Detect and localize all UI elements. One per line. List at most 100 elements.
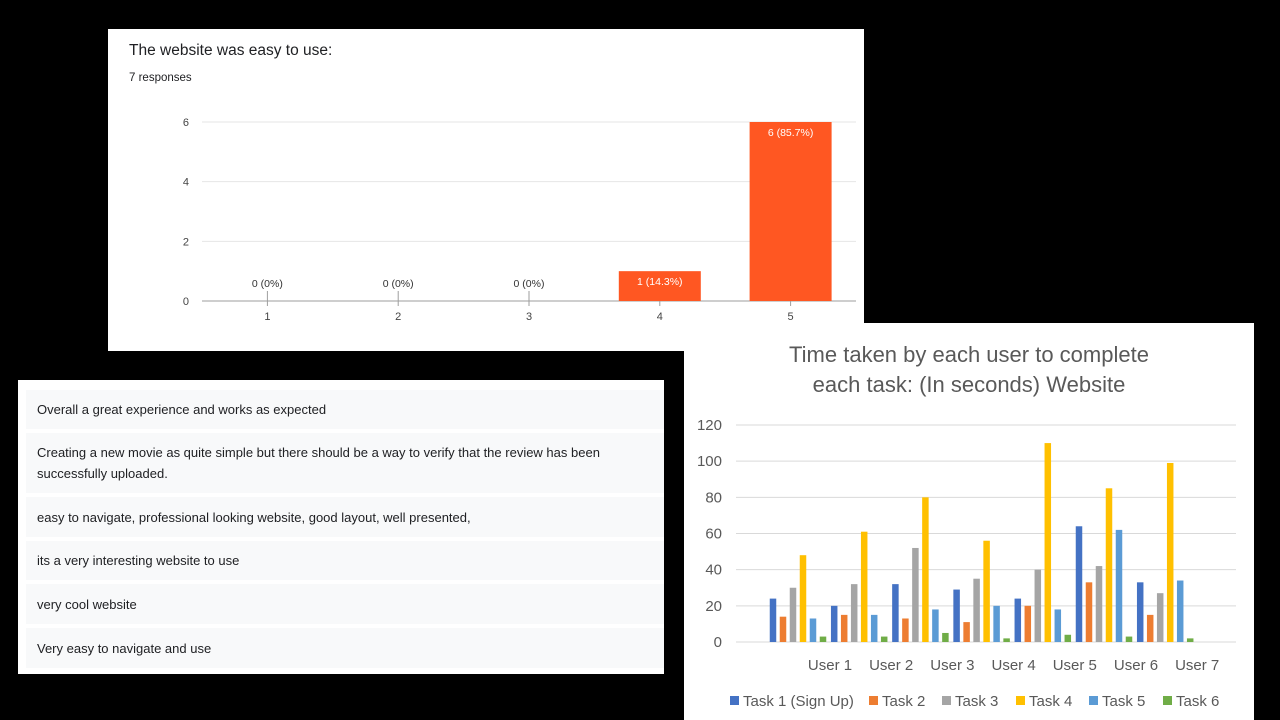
response-item: very cool website <box>26 584 664 624</box>
x-tick-label: User 7 <box>1175 657 1219 674</box>
bar <box>1075 526 1083 642</box>
bar <box>1186 638 1194 642</box>
data-label: 6 (85.7%) <box>768 127 814 139</box>
x-tick-label: User 6 <box>1114 657 1158 674</box>
bar <box>1024 605 1032 642</box>
y-tick-label: 40 <box>705 562 722 579</box>
bar <box>1166 462 1174 642</box>
bar <box>983 540 990 642</box>
bar <box>1115 529 1123 642</box>
bar <box>1095 566 1103 642</box>
bar <box>1085 582 1093 642</box>
bar <box>809 618 817 642</box>
bar <box>1044 443 1052 642</box>
bar <box>942 632 949 642</box>
y-tick-label: 0 <box>714 634 722 651</box>
bar <box>1136 582 1144 642</box>
legend-label: Task 1 (Sign Up) <box>743 693 854 710</box>
legend-label: Task 6 <box>1176 693 1219 710</box>
y-tick-label: 80 <box>705 489 722 506</box>
task-time-bar-chart: 0 20 40 60 80 100 120 User 1 User 2 User 3 User 4 U… <box>697 417 1236 710</box>
bar <box>973 578 980 642</box>
response-text: Creating a new movie as quite simple but… <box>37 445 600 481</box>
legend-swatch <box>1016 696 1025 705</box>
bar <box>860 531 868 642</box>
legend-swatch <box>1089 696 1098 705</box>
x-tick-label: 4 <box>657 311 663 323</box>
response-item: its a very interesting website to use <box>26 541 664 580</box>
legend-swatch <box>869 696 878 705</box>
bar <box>789 587 797 642</box>
response-text: Very easy to navigate and use <box>37 640 212 656</box>
y-tick-label: 20 <box>705 598 722 615</box>
response-item: Very easy to navigate and use <box>26 628 664 668</box>
x-tick-label: 2 <box>395 311 401 323</box>
bar <box>912 547 919 642</box>
y-tick-label: 120 <box>697 417 722 434</box>
x-tick-label: 5 <box>788 311 794 323</box>
legend-label: Task 5 <box>1102 693 1145 710</box>
bar <box>880 636 888 642</box>
bar <box>902 618 909 642</box>
bar <box>932 609 939 642</box>
bar <box>870 614 878 642</box>
bar <box>1105 488 1113 642</box>
bar <box>779 616 787 642</box>
x-tick-label: User 5 <box>1053 657 1097 674</box>
bar <box>769 598 777 642</box>
legend-swatch <box>942 696 951 705</box>
bar <box>1054 609 1062 642</box>
legend-swatch <box>730 696 739 705</box>
x-tick-label: User 2 <box>869 657 913 674</box>
response-text: Overall a great experience and works as … <box>37 402 327 417</box>
survey-bar-chart: 0 2 4 6 1 0 (0%) 2 0 (0%) 3 0 (0%) 4 1 (14.3%) 5 6 (8… <box>183 117 856 323</box>
x-tick-label: User 4 <box>992 657 1036 674</box>
data-label: 0 (0%) <box>252 278 283 290</box>
response-text: easy to navigate, professional looking w… <box>37 509 471 525</box>
bar <box>993 605 1000 642</box>
y-tick-label: 100 <box>697 453 722 470</box>
bar <box>749 122 832 301</box>
x-tick-label: User 3 <box>930 657 974 674</box>
bar <box>1146 614 1154 642</box>
x-tick-label: User 1 <box>808 657 852 674</box>
y-tick-label: 60 <box>705 526 722 543</box>
response-item: easy to navigate, professional looking w… <box>26 497 664 537</box>
x-tick-label: 3 <box>526 311 532 323</box>
y-tick-label: 0 <box>183 296 189 308</box>
bar <box>819 636 827 642</box>
bar <box>1014 598 1022 642</box>
legend-label: Task 3 <box>955 693 998 710</box>
bar <box>799 555 807 642</box>
data-label: 1 (14.3%) <box>637 276 683 288</box>
bar <box>1034 569 1042 642</box>
y-tick-label: 2 <box>183 236 189 248</box>
bar <box>1156 593 1164 642</box>
response-item: Creating a new movie as quite simple but… <box>26 433 664 493</box>
legend-label: Task 2 <box>882 693 925 710</box>
survey-chart-card: The website was easy to use: 7 responses… <box>108 29 864 351</box>
data-label: 0 (0%) <box>383 278 414 290</box>
response-text: its a very interesting website to use <box>37 553 240 568</box>
response-item: Overall a great experience and works as … <box>26 390 664 429</box>
bar <box>1064 634 1072 642</box>
bar <box>953 589 960 642</box>
legend-swatch <box>1163 696 1172 705</box>
bar <box>850 584 858 642</box>
bar <box>840 614 848 642</box>
responses-list: Overall a great experience and works as … <box>18 380 664 674</box>
legend-label: Task 4 <box>1029 693 1072 710</box>
bar <box>830 605 838 642</box>
task-time-chart-card: Time taken by each user to complete each… <box>684 323 1254 720</box>
bar <box>1125 636 1133 642</box>
y-tick-label: 4 <box>183 177 189 189</box>
x-tick-label: 1 <box>264 311 270 323</box>
bar <box>963 622 970 642</box>
bar <box>1003 638 1010 642</box>
bar <box>922 497 929 642</box>
response-text: very cool website <box>37 596 137 612</box>
bar <box>1176 580 1184 642</box>
bar <box>892 584 899 642</box>
y-tick-label: 6 <box>183 117 189 129</box>
data-label: 0 (0%) <box>514 278 545 290</box>
